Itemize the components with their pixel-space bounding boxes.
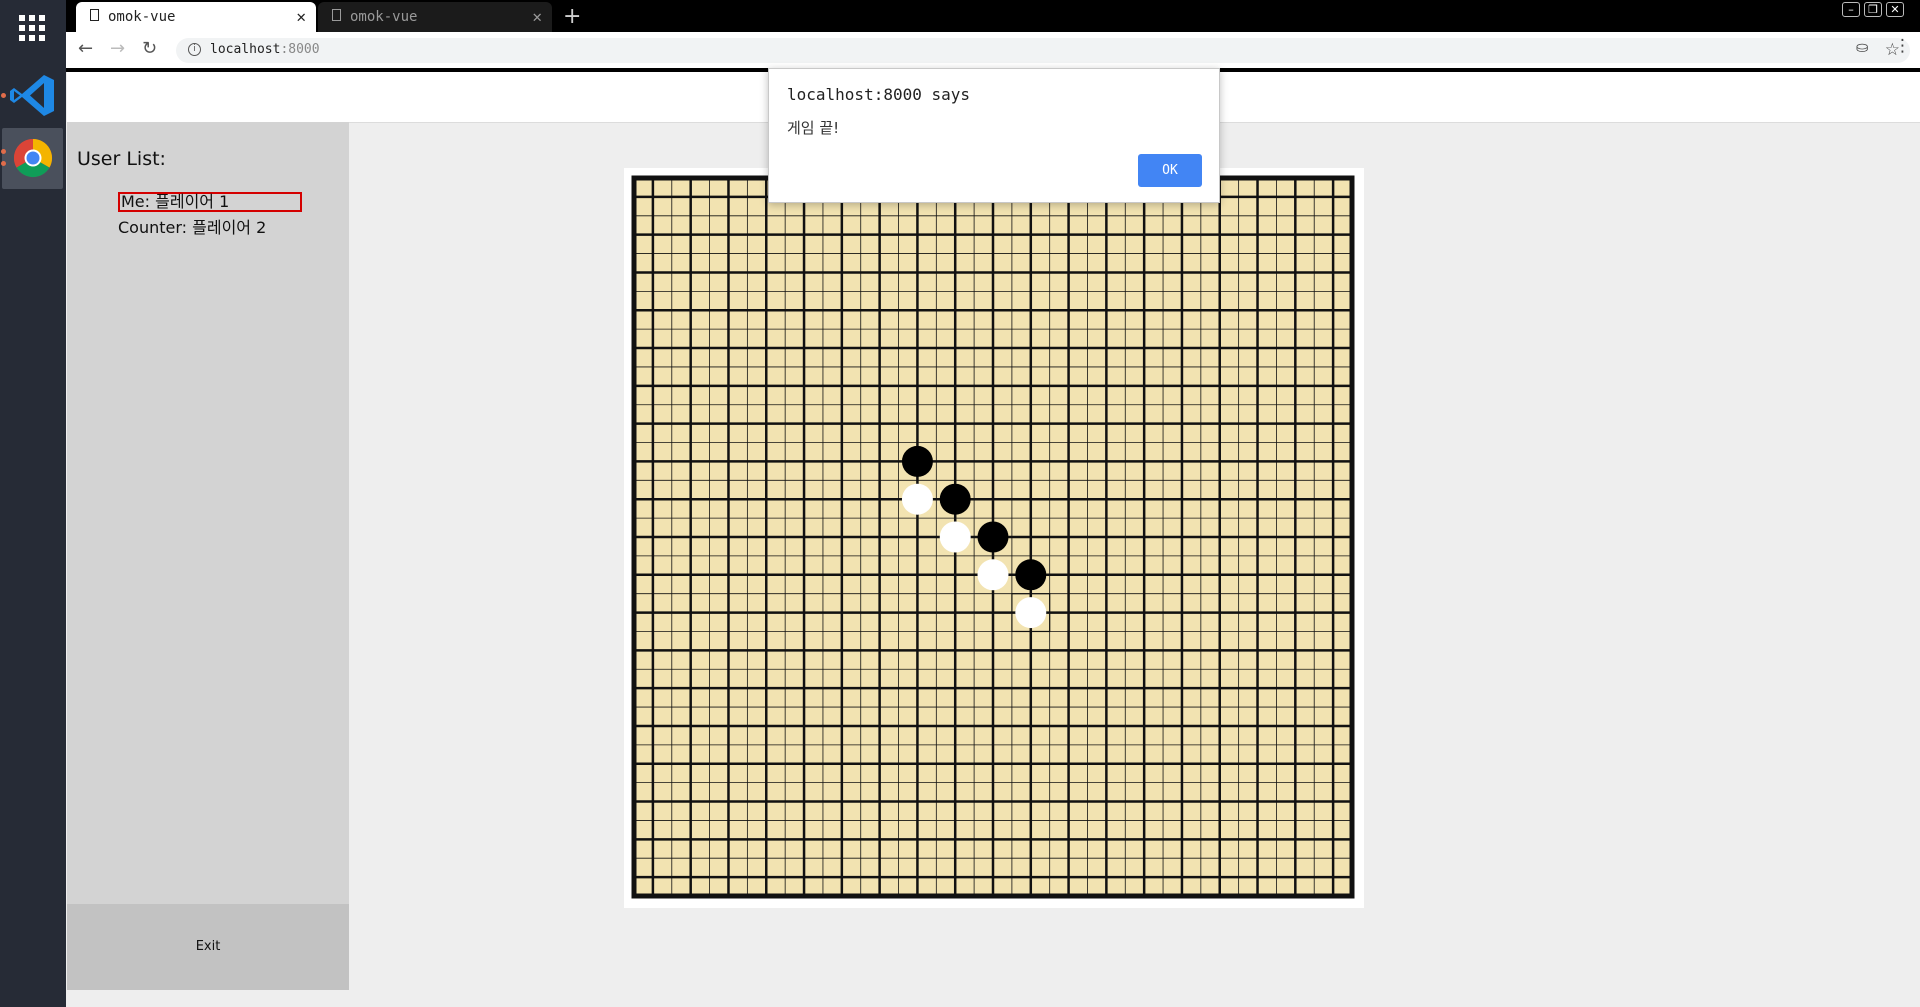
user-counter: Counter: 플레이어 2 [118, 218, 267, 237]
user-list-title: User List: [77, 148, 166, 170]
tab-title: omok-vue [350, 9, 418, 25]
os-dock [0, 0, 66, 1007]
tab-omok-vue[interactable]: omok-vue ✕ [318, 2, 552, 32]
tab-omok-vue-active[interactable]: omok-vue ✕ [76, 2, 316, 32]
user-me: Me: 플레이어 1 [118, 192, 302, 212]
extension-icon[interactable]: ⛀ [1856, 38, 1869, 56]
app-grid-icon[interactable] [2, 0, 63, 61]
running-indicator [1, 161, 6, 166]
white-stone [977, 559, 1009, 591]
black-stone [977, 521, 1009, 553]
new-tab-icon[interactable]: + [563, 4, 581, 29]
tab-strip: omok-vue ✕ omok-vue ✕ + – ❐ ✕ [66, 0, 1920, 32]
board-canvas[interactable] [624, 168, 1364, 908]
minimize-icon[interactable]: – [1842, 2, 1860, 17]
sidebar: User List: Me: 플레이어 1 Counter: 플레이어 2 Ex… [67, 122, 349, 990]
restore-icon[interactable]: ❐ [1864, 2, 1882, 17]
running-indicator [1, 149, 6, 154]
alert-dialog: localhost:8000 says 게임 끝! OK [768, 68, 1220, 203]
info-icon[interactable]: i [188, 43, 201, 56]
address-bar[interactable]: i localhost:8000 ☆ [176, 38, 1910, 63]
white-stone [901, 483, 933, 515]
close-icon[interactable]: ✕ [532, 7, 542, 26]
url-text: localhost:8000 [210, 42, 320, 57]
close-icon[interactable]: ✕ [296, 7, 306, 26]
close-window-icon[interactable]: ✕ [1886, 2, 1904, 17]
exit-button[interactable]: Exit [67, 904, 349, 990]
alert-message: 게임 끝! [787, 119, 840, 137]
forward-icon[interactable]: → [110, 38, 125, 59]
back-icon[interactable]: ← [78, 38, 93, 59]
white-stone [939, 521, 971, 553]
ok-button[interactable]: OK [1138, 154, 1202, 187]
alert-title: localhost:8000 says [787, 85, 971, 104]
page-content: User List: Me: 플레이어 1 Counter: 플레이어 2 Ex… [67, 72, 1920, 1007]
white-stone [1015, 597, 1047, 629]
omok-board[interactable] [624, 168, 1364, 908]
page-icon [90, 9, 99, 21]
page-icon [332, 9, 341, 21]
browser-toolbar: ← → ↻ i localhost:8000 ☆ ⛀ ⋮ [66, 32, 1920, 72]
tab-title: omok-vue [108, 9, 176, 25]
reload-icon[interactable]: ↻ [142, 38, 157, 59]
running-indicator [1, 93, 6, 98]
black-stone [1015, 559, 1047, 591]
kebab-menu-icon[interactable]: ⋮ [1894, 36, 1911, 56]
chrome-icon[interactable] [1, 128, 63, 189]
vscode-icon[interactable] [1, 65, 63, 126]
black-stone [939, 483, 971, 515]
black-stone [901, 445, 933, 477]
